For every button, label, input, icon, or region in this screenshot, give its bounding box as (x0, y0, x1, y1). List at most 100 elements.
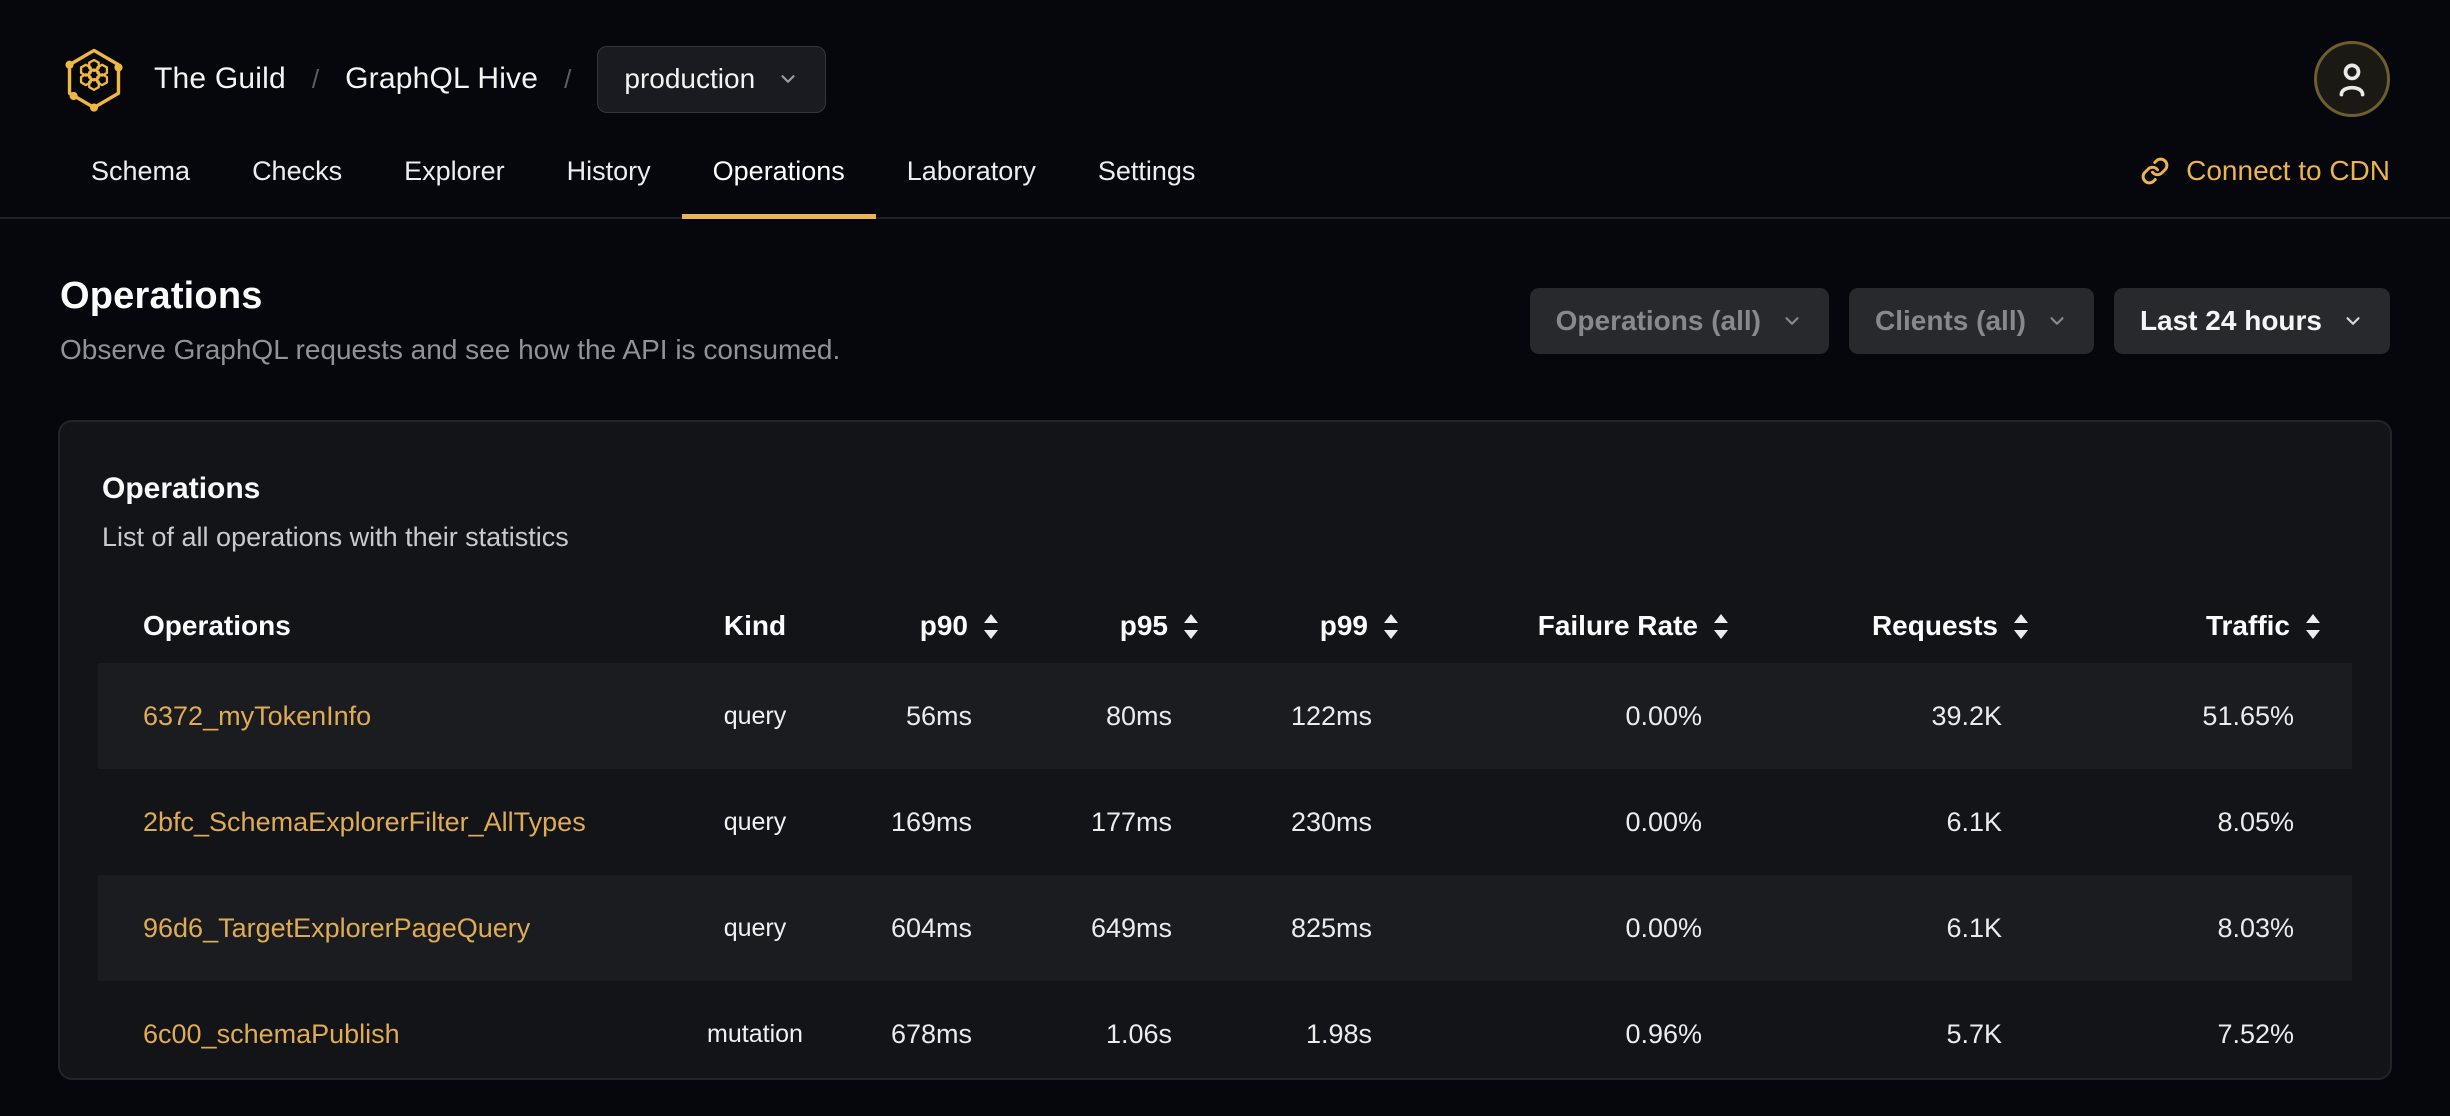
breadcrumb-org[interactable]: The Guild (154, 62, 286, 96)
cell-p90: 604ms (890, 912, 972, 943)
table-row: 6372_myTokenInfo query 56ms 80ms 122ms 0.00% 3… (98, 663, 2352, 769)
target-selector[interactable]: production (597, 45, 827, 113)
sort-arrows-icon (1184, 613, 1198, 639)
column-header-requests-sort-button[interactable]: Requests (1760, 610, 2060, 642)
cell-p95: 649ms (1090, 912, 1172, 943)
operations-filter-label: Operations (all) (1555, 304, 1762, 336)
sort-arrows-icon (984, 613, 998, 639)
table-row: 2bfc_SchemaExplorerFilter_AllTypes query 1… (98, 769, 2352, 875)
column-header-name: Operations (98, 610, 660, 642)
breadcrumb: The Guild / GraphQL Hive / production (60, 45, 827, 113)
page-header-text: Operations Observe GraphQL requests and … (60, 275, 840, 366)
breadcrumb-separator: / (311, 63, 320, 94)
chevron-down-icon (781, 75, 795, 83)
sort-arrows-icon (1714, 613, 1728, 639)
period-filter-label: Last 24 hours (2139, 304, 2322, 336)
cell-failure_rate: 0.96% (1625, 1018, 1702, 1049)
sort-arrows-icon (2306, 613, 2320, 639)
operations-table: Operations Kind p90 p95 p99 Failure Rate Reque… (98, 589, 2352, 1087)
page-subtitle: Observe GraphQL requests and see how the… (60, 334, 841, 365)
cell-traffic: 8.03% (2217, 912, 2294, 943)
cell-name: 6372_myTokenInfo (98, 701, 660, 732)
column-header-label: p99 (1319, 610, 1368, 641)
link-icon (2141, 157, 2169, 184)
cell-kind: query (723, 701, 787, 730)
cell-p90: 56ms (905, 700, 972, 731)
column-header-label: Kind (723, 610, 787, 641)
top-bar: The Guild / GraphQL Hive / production (0, 0, 2450, 122)
column-header-failure_rate-sort-button[interactable]: Failure Rate (1430, 610, 1760, 642)
cell-p99: 230ms (1290, 806, 1372, 837)
cell-requests: 5.7K (1946, 1018, 2002, 1049)
cell-traffic: 51.65% (2202, 700, 2294, 731)
tab-history[interactable]: History (536, 130, 682, 217)
table-row: 6c00_schemaPublish mutation 678ms 1.06s 1.98… (98, 981, 2352, 1087)
breadcrumb-separator: / (564, 63, 572, 94)
cell-traffic: 7.52% (2217, 1018, 2294, 1049)
column-header-label: Requests (1871, 610, 1998, 641)
user-icon (2339, 63, 2365, 97)
tab-operations[interactable]: Operations (681, 130, 876, 219)
chevron-down-icon (2050, 316, 2064, 325)
sort-arrows-icon (1384, 613, 1398, 639)
tab-explorer[interactable]: Explorer (373, 130, 536, 217)
user-menu-button[interactable] (2314, 41, 2390, 117)
chevron-down-icon (1785, 316, 1799, 325)
cell-p95: 80ms (1105, 700, 1172, 731)
cell-requests: 6.1K (1946, 912, 2002, 943)
cell-kind: query (723, 807, 787, 836)
operation-link[interactable]: 2bfc_SchemaExplorerFilter_AllTypes (143, 807, 586, 837)
operations-filter-dropdown[interactable]: Operations (all) (1529, 287, 1830, 354)
clients-filter-label: Clients (all) (1875, 304, 2026, 336)
nav-tabs: Schema Checks Explorer History Operations Lab… (60, 130, 1227, 219)
column-header-kind: Kind (660, 610, 850, 642)
cell-name: 2bfc_SchemaExplorerFilter_AllTypes (98, 807, 660, 838)
page-title: Operations (60, 275, 263, 317)
column-header-label: Operations (143, 610, 291, 641)
cell-p99: 1.98s (1305, 1018, 1372, 1049)
sort-arrows-icon (2014, 613, 2028, 639)
column-header-label: Failure Rate (1537, 610, 1698, 641)
clients-filter-dropdown[interactable]: Clients (all) (1849, 287, 2094, 354)
period-filter-dropdown[interactable]: Last 24 hours (2113, 287, 2390, 354)
connect-cdn-button[interactable]: Connect to CDN (2140, 130, 2390, 217)
tab-settings[interactable]: Settings (1067, 130, 1227, 217)
cell-p95: 1.06s (1105, 1018, 1172, 1049)
column-header-label: p90 (919, 610, 968, 641)
cell-requests: 39.2K (1931, 700, 2002, 731)
column-header-traffic-sort-button[interactable]: Traffic (2060, 610, 2352, 642)
column-header-p95-sort-button[interactable]: p95 (1030, 610, 1230, 642)
column-header-label: Traffic (2205, 610, 2290, 641)
column-header-p90-sort-button[interactable]: p90 (850, 610, 1030, 642)
filter-bar: Operations (all) Clients (all) Last 24 h… (1529, 287, 2390, 354)
connect-cdn-label: Connect to CDN (2186, 154, 2390, 186)
cell-failure_rate: 0.00% (1625, 700, 1702, 731)
column-header-p99-sort-button[interactable]: p99 (1230, 610, 1430, 642)
page-header: Operations Observe GraphQL requests and … (0, 275, 2450, 366)
operations-card: Operations List of all operations with t… (58, 420, 2392, 1080)
card-title: Operations (102, 472, 261, 505)
operation-link[interactable]: 6c00_schemaPublish (143, 1019, 400, 1049)
cell-kind: mutation (707, 1019, 803, 1048)
table-header-row: Operations Kind p90 p95 p99 Failure Rate Reque… (98, 589, 2352, 663)
tab-schema[interactable]: Schema (60, 130, 221, 217)
breadcrumb-project[interactable]: GraphQL Hive (345, 62, 538, 96)
cell-p90: 678ms (890, 1018, 972, 1049)
operation-link[interactable]: 96d6_TargetExplorerPageQuery (143, 913, 530, 943)
table-row: 96d6_TargetExplorerPageQuery query 604ms 64… (98, 875, 2352, 981)
cell-traffic: 8.05% (2217, 806, 2294, 837)
card-subtitle: List of all operations with their statis… (102, 522, 569, 552)
cell-name: 96d6_TargetExplorerPageQuery (98, 913, 660, 944)
tab-checks[interactable]: Checks (221, 130, 373, 217)
chevron-down-icon (2346, 316, 2360, 325)
table-body: 6372_myTokenInfo query 56ms 80ms 122ms 0.00% 3… (98, 663, 2352, 1087)
cell-p90: 169ms (890, 806, 972, 837)
cell-failure_rate: 0.00% (1625, 912, 1702, 943)
operation-link[interactable]: 6372_myTokenInfo (143, 701, 371, 731)
cell-p99: 825ms (1290, 912, 1372, 943)
nav-bar: Schema Checks Explorer History Operations Lab… (0, 130, 2450, 219)
cell-failure_rate: 0.00% (1625, 806, 1702, 837)
cell-name: 6c00_schemaPublish (98, 1019, 660, 1050)
tab-laboratory[interactable]: Laboratory (876, 130, 1067, 217)
cell-p99: 122ms (1290, 700, 1372, 731)
